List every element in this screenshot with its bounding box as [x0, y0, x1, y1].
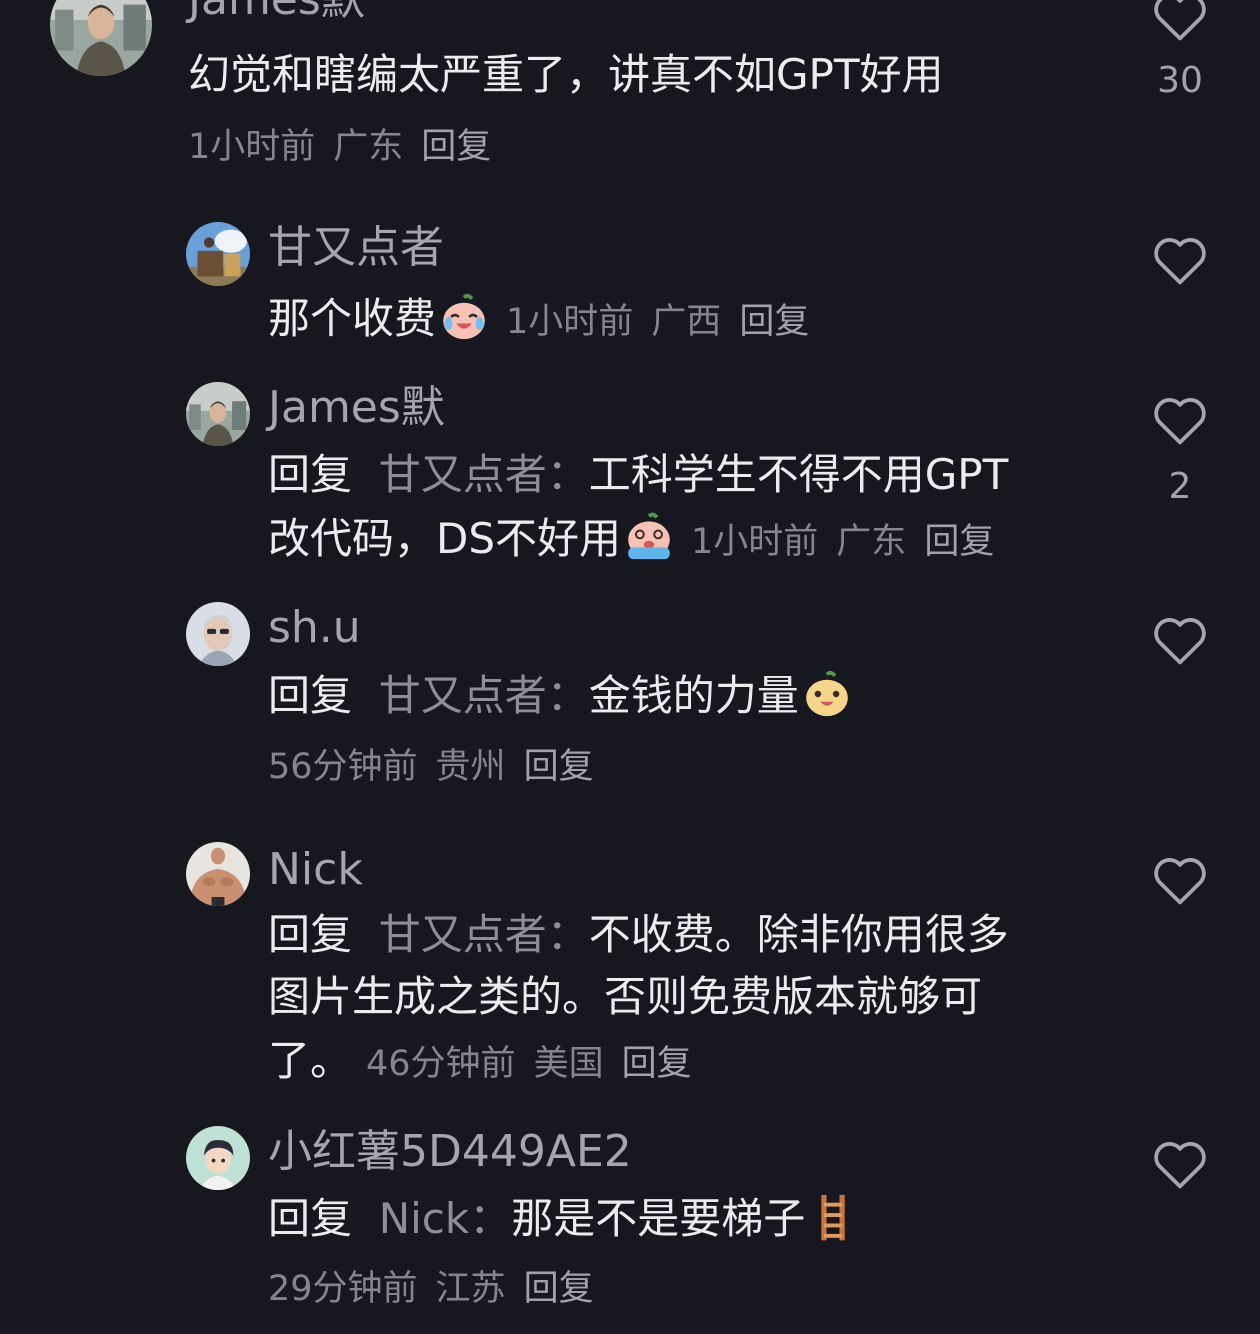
like-button[interactable] [1150, 234, 1210, 290]
comment-location: 贵州 [435, 747, 506, 787]
comment-time: 1小时前 [691, 522, 819, 562]
like-count: 2 [1168, 466, 1192, 507]
like-button[interactable] [1150, 394, 1210, 450]
comment-meta: 1小时前 广东 回复 [188, 130, 509, 165]
comment-author[interactable]: 小红薯5D449AE2 [268, 1130, 632, 1174]
comment-text-line: 回复 甘又点者：金钱的力量 [268, 665, 855, 727]
comment-author[interactable]: James默 [268, 386, 445, 430]
comment-text-line: 那个收费 1小时前 广西 回复 [268, 288, 827, 353]
heart-icon [1154, 858, 1206, 905]
like-button[interactable] [1150, 614, 1210, 670]
comment-location: 美国 [533, 1044, 604, 1084]
avatar[interactable] [186, 602, 250, 666]
comment-meta: 56分钟前 贵州 回复 [268, 750, 612, 785]
reply-button[interactable]: 回复 [524, 747, 594, 787]
comment-text: 金钱的力量 [588, 671, 799, 720]
comment-meta: 29分钟前 江苏 回复 [268, 1272, 612, 1307]
heart-icon [1154, 1142, 1206, 1189]
reply-target[interactable]: 甘又点者： [379, 450, 589, 499]
bird-on-tree-avatar-icon [186, 222, 250, 286]
reply-target[interactable]: 甘又点者： [379, 910, 589, 959]
comment-meta: 1小时前 广西 回复 [506, 302, 827, 342]
like-button[interactable] [1150, 1138, 1210, 1194]
comment-location: 广东 [836, 522, 907, 562]
comment-location: 江苏 [435, 1269, 506, 1309]
muscle-man-avatar-icon [186, 842, 250, 906]
grinning-emoji-icon [805, 670, 848, 717]
comment-text-line: 图片生成之类的。否则免费版本就够可 [268, 972, 983, 1021]
comment-text-line: 回复 甘又点者：不收费。除非你用很多 [268, 904, 1009, 966]
avatar[interactable] [50, 0, 152, 76]
avatar[interactable] [186, 382, 250, 446]
reply-prefix: 回复 [268, 910, 353, 959]
comment-time: 46分钟前 [366, 1044, 516, 1084]
comment-location: 广东 [333, 127, 404, 167]
comment-text-line: 改代码，DS不好用 1小时前 广东 回复 [268, 508, 1012, 573]
reply-button[interactable]: 回复 [622, 1044, 692, 1084]
reply-target[interactable]: 甘又点者： [379, 671, 589, 720]
reply-button[interactable]: 回复 [524, 1269, 594, 1309]
comment-time: 56分钟前 [268, 747, 418, 787]
reply-button[interactable]: 回复 [924, 522, 994, 562]
reply-prefix: 回复 [268, 450, 353, 499]
like-button[interactable] [1150, 854, 1210, 910]
comment-text: 那个收费 [268, 294, 437, 343]
comment-meta: 46分钟前 美国 回复 [366, 1044, 710, 1084]
comment-author[interactable]: Nick [268, 848, 363, 892]
man-portrait-avatar-icon [50, 0, 152, 76]
cartoon-boy-avatar-icon [186, 1126, 250, 1190]
reply-button[interactable]: 回复 [739, 302, 809, 342]
like-count: 30 [1157, 60, 1203, 101]
heart-icon [1154, 618, 1206, 665]
crying-emoji-icon [628, 512, 670, 560]
crying-laughing-emoji-icon [443, 293, 485, 340]
comment-time: 1小时前 [506, 302, 634, 342]
heart-icon [1154, 0, 1206, 41]
ladder-emoji-icon [821, 1194, 845, 1241]
comment-meta: 1小时前 广东 回复 [691, 522, 1012, 562]
reply-target[interactable]: Nick： [379, 1194, 512, 1243]
comment-text-line: 了。 46分钟前 美国 回复 [268, 1030, 710, 1095]
comment-text: 了。 [268, 1036, 353, 1085]
heart-icon [1154, 238, 1206, 285]
comment-text-line: 回复 Nick：那是不是要梯子 [268, 1188, 861, 1250]
comment-time: 1小时前 [188, 127, 316, 167]
sunglasses-person-avatar-icon [186, 602, 250, 666]
comment-text-line: 回复 甘又点者：工科学生不得不用GPT [268, 444, 1008, 506]
comment-text: 不收费。除非你用很多 [588, 910, 1009, 959]
reply-prefix: 回复 [268, 1194, 353, 1243]
comment-author[interactable]: 甘又点者 [268, 226, 444, 270]
avatar[interactable] [186, 842, 250, 906]
comment-author[interactable]: sh.u [268, 606, 361, 650]
comment-location: 广西 [651, 302, 722, 342]
comment-text: 幻觉和瞎编太严重了，讲真不如GPT好用 [188, 50, 944, 99]
heart-icon [1154, 398, 1206, 445]
comment-text: 工科学生不得不用GPT [588, 450, 1009, 499]
comment-time: 29分钟前 [268, 1269, 418, 1309]
like-button[interactable] [1150, 0, 1210, 46]
comment-author[interactable]: James默 [188, 0, 365, 22]
avatar[interactable] [186, 222, 250, 286]
reply-button[interactable]: 回复 [421, 127, 491, 167]
reply-prefix: 回复 [268, 671, 353, 720]
comment-text: 改代码，DS不好用 [268, 514, 622, 563]
comment-text: 那是不是要梯子 [511, 1194, 806, 1243]
man-portrait-avatar-icon [186, 382, 250, 446]
avatar[interactable] [186, 1126, 250, 1190]
